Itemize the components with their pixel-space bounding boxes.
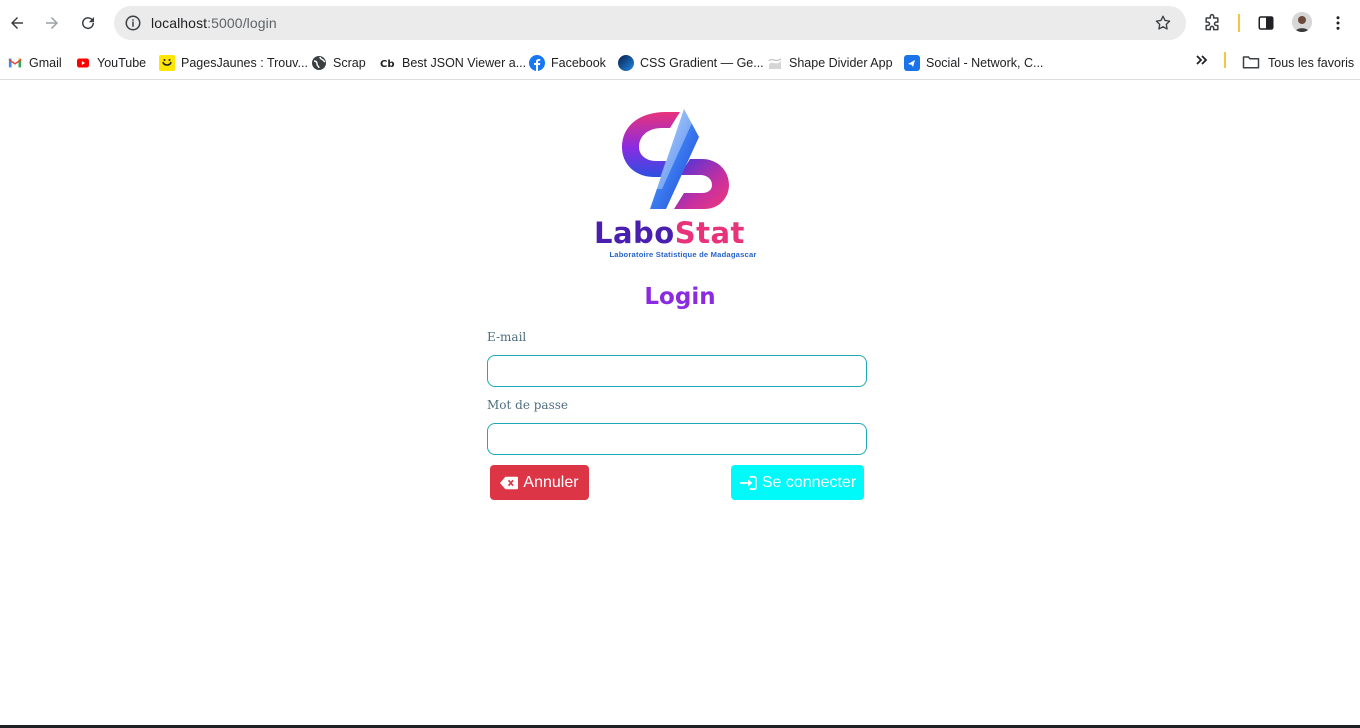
css-gradient-icon bbox=[618, 55, 634, 71]
kebab-menu-icon[interactable] bbox=[1327, 12, 1349, 34]
chevron-double-right-icon[interactable] bbox=[1193, 51, 1211, 69]
bookmark-label: Shape Divider App bbox=[789, 56, 893, 70]
star-icon[interactable] bbox=[1154, 14, 1172, 32]
bookmarks-separator bbox=[1224, 52, 1226, 68]
email-label: E-mail bbox=[487, 330, 527, 344]
cancel-button-label: Annuler bbox=[523, 473, 579, 491]
folder-icon bbox=[1242, 54, 1260, 73]
bookmark-label: Best JSON Viewer a... bbox=[402, 56, 527, 70]
bookmark-social[interactable]: Social - Network, C... bbox=[904, 52, 1043, 74]
all-bookmarks-folder[interactable]: Tous les favoris bbox=[1242, 52, 1354, 74]
globe-icon bbox=[311, 55, 327, 71]
bookmark-label: PagesJaunes : Trouv... bbox=[181, 56, 308, 70]
facebook-icon bbox=[529, 55, 545, 71]
sign-in-icon bbox=[739, 475, 757, 490]
bookmark-label: Social - Network, C... bbox=[926, 56, 1044, 70]
bookmark-scrap[interactable]: Scrap bbox=[311, 52, 366, 74]
bookmark-facebook[interactable]: Facebook bbox=[529, 52, 606, 74]
avatar[interactable] bbox=[1292, 12, 1312, 32]
back-arrow-icon[interactable] bbox=[4, 10, 30, 36]
social-icon bbox=[904, 55, 920, 71]
cb-icon: Cb bbox=[380, 55, 396, 71]
bookmark-label: CSS Gradient — Ge... bbox=[640, 56, 764, 70]
bookmark-pagesjaunes[interactable]: PagesJaunes : Trouv... bbox=[159, 52, 308, 74]
bookmark-css-gradient[interactable]: CSS Gradient — Ge... bbox=[618, 52, 764, 74]
cancel-button[interactable]: Annuler bbox=[490, 465, 589, 500]
logo-title: LaboStat bbox=[594, 216, 745, 250]
bookmark-label: Scrap bbox=[333, 56, 366, 70]
toolbar-separator bbox=[1238, 14, 1240, 32]
password-field[interactable] bbox=[487, 423, 867, 455]
pagesjaunes-icon bbox=[159, 55, 175, 71]
info-icon[interactable] bbox=[124, 14, 142, 32]
side-panel-icon[interactable] bbox=[1255, 12, 1277, 34]
bookmark-label: YouTube bbox=[97, 56, 147, 70]
bookmark-youtube[interactable]: YouTube bbox=[75, 52, 146, 74]
bookmarks-bar: Gmail YouTube PagesJaunes : Trouv... Scr… bbox=[0, 46, 1360, 80]
logo-title-labo: Labo bbox=[594, 216, 675, 250]
gmail-icon bbox=[7, 55, 23, 71]
login-page: LaboStat Laboratoire Statistique de Mada… bbox=[0, 81, 1360, 725]
bookmark-label: Gmail bbox=[29, 56, 62, 70]
forward-arrow-icon[interactable] bbox=[39, 10, 65, 36]
login-button[interactable]: Se connecter bbox=[731, 465, 864, 500]
bookmark-label: Facebook bbox=[551, 56, 606, 70]
svg-text:Cb: Cb bbox=[380, 59, 395, 70]
backspace-icon bbox=[500, 476, 519, 489]
bookmark-json-viewer[interactable]: Cb Best JSON Viewer a... bbox=[380, 52, 526, 74]
browser-toolbar: localhost:5000/login bbox=[0, 0, 1360, 46]
labostat-logo: LaboStat Laboratoire Statistique de Mada… bbox=[586, 109, 776, 259]
login-button-label: Se connecter bbox=[761, 473, 857, 491]
password-label: Mot de passe bbox=[487, 398, 568, 412]
all-bookmarks-label: Tous les favoris bbox=[1268, 56, 1355, 70]
address-bar[interactable]: localhost:5000/login bbox=[114, 6, 1186, 40]
url-text: localhost:5000/login bbox=[151, 15, 277, 31]
youtube-icon bbox=[75, 55, 91, 71]
shape-divider-icon bbox=[767, 55, 783, 71]
bookmark-gmail[interactable]: Gmail bbox=[7, 52, 62, 74]
email-field[interactable] bbox=[487, 355, 867, 387]
reload-icon[interactable] bbox=[75, 10, 101, 36]
page-title: Login bbox=[644, 284, 716, 310]
url-path: :5000/login bbox=[207, 15, 277, 31]
bookmark-shape-divider[interactable]: Shape Divider App bbox=[767, 52, 893, 74]
logo-title-stat: Stat bbox=[674, 216, 745, 250]
url-host: localhost bbox=[151, 15, 208, 31]
labostat-logo-mark bbox=[622, 109, 729, 209]
puzzle-icon[interactable] bbox=[1201, 12, 1223, 34]
logo-subtitle: Laboratoire Statistique de Madagascar bbox=[609, 250, 757, 259]
